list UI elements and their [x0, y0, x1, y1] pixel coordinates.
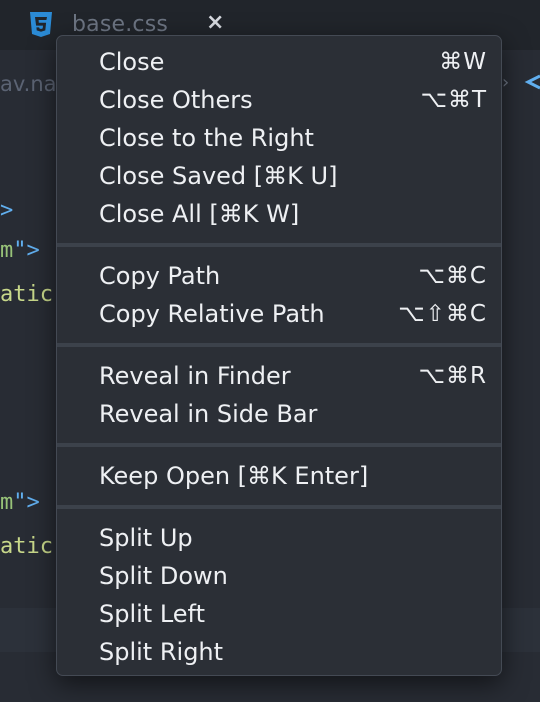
menu-item-label: Close to the Right: [99, 124, 314, 152]
menu-separator: [57, 243, 501, 247]
menu-item-close-saved[interactable]: Close Saved [⌘K U]: [57, 157, 501, 195]
breadcrumb-chevron-icon: ›: [502, 72, 510, 93]
menu-item-close[interactable]: Close ⌘W: [57, 43, 501, 81]
menu-separator: [57, 343, 501, 347]
tab-title[interactable]: base.css: [72, 12, 168, 37]
menu-separator: [57, 505, 501, 509]
menu-item-reveal-in-side-bar[interactable]: Reveal in Side Bar: [57, 395, 501, 433]
code-line: >: [0, 198, 14, 223]
tab-context-menu: Close ⌘W Close Others ⌥⌘T Close to the R…: [56, 35, 502, 676]
menu-item-label: Copy Path: [99, 262, 221, 290]
tab-close-icon[interactable]: ×: [206, 10, 224, 35]
menu-item-label: Close All [⌘K W]: [99, 200, 300, 228]
menu-item-shortcut: ⌥⌘R: [418, 363, 487, 389]
menu-item-label: Reveal in Finder: [99, 362, 291, 390]
menu-item-split-left[interactable]: Split Left: [57, 595, 501, 633]
menu-item-close-all[interactable]: Close All [⌘K W]: [57, 195, 501, 233]
menu-item-split-right[interactable]: Split Right: [57, 633, 501, 671]
menu-item-label: Close Saved [⌘K U]: [99, 162, 338, 190]
menu-item-label: Copy Relative Path: [99, 300, 325, 328]
menu-item-shortcut: ⌥⇧⌘C: [398, 301, 487, 327]
menu-item-shortcut: ⌥⌘C: [418, 263, 487, 289]
menu-item-copy-path[interactable]: Copy Path ⌥⌘C: [57, 257, 501, 295]
menu-item-close-others[interactable]: Close Others ⌥⌘T: [57, 81, 501, 119]
menu-item-close-to-the-right[interactable]: Close to the Right: [57, 119, 501, 157]
menu-item-reveal-in-finder[interactable]: Reveal in Finder ⌥⌘R: [57, 357, 501, 395]
menu-item-split-down[interactable]: Split Down: [57, 557, 501, 595]
breadcrumb-fragment: av.na: [0, 72, 57, 96]
menu-item-label: Keep Open [⌘K Enter]: [99, 462, 369, 490]
css3-file-icon: [30, 12, 52, 37]
code-line: atic: [0, 534, 53, 559]
menu-item-label: Close: [99, 48, 165, 76]
menu-item-split-up[interactable]: Split Up: [57, 519, 501, 557]
menu-item-shortcut: ⌘W: [439, 49, 487, 75]
menu-item-shortcut: ⌥⌘T: [420, 87, 487, 113]
menu-item-label: Reveal in Side Bar: [99, 400, 318, 428]
code-line: m">: [0, 490, 40, 515]
breadcrumb-symbol-icon: [524, 74, 540, 90]
menu-item-label: Split Left: [99, 600, 205, 628]
menu-item-label: Split Down: [99, 562, 228, 590]
code-line: atic: [0, 282, 53, 307]
menu-item-keep-open[interactable]: Keep Open [⌘K Enter]: [57, 457, 501, 495]
code-line: m">: [0, 238, 40, 263]
menu-item-label: Split Up: [99, 524, 193, 552]
menu-separator: [57, 443, 501, 447]
menu-item-label: Close Others: [99, 86, 253, 114]
menu-item-label: Split Right: [99, 638, 224, 666]
menu-item-copy-relative-path[interactable]: Copy Relative Path ⌥⇧⌘C: [57, 295, 501, 333]
